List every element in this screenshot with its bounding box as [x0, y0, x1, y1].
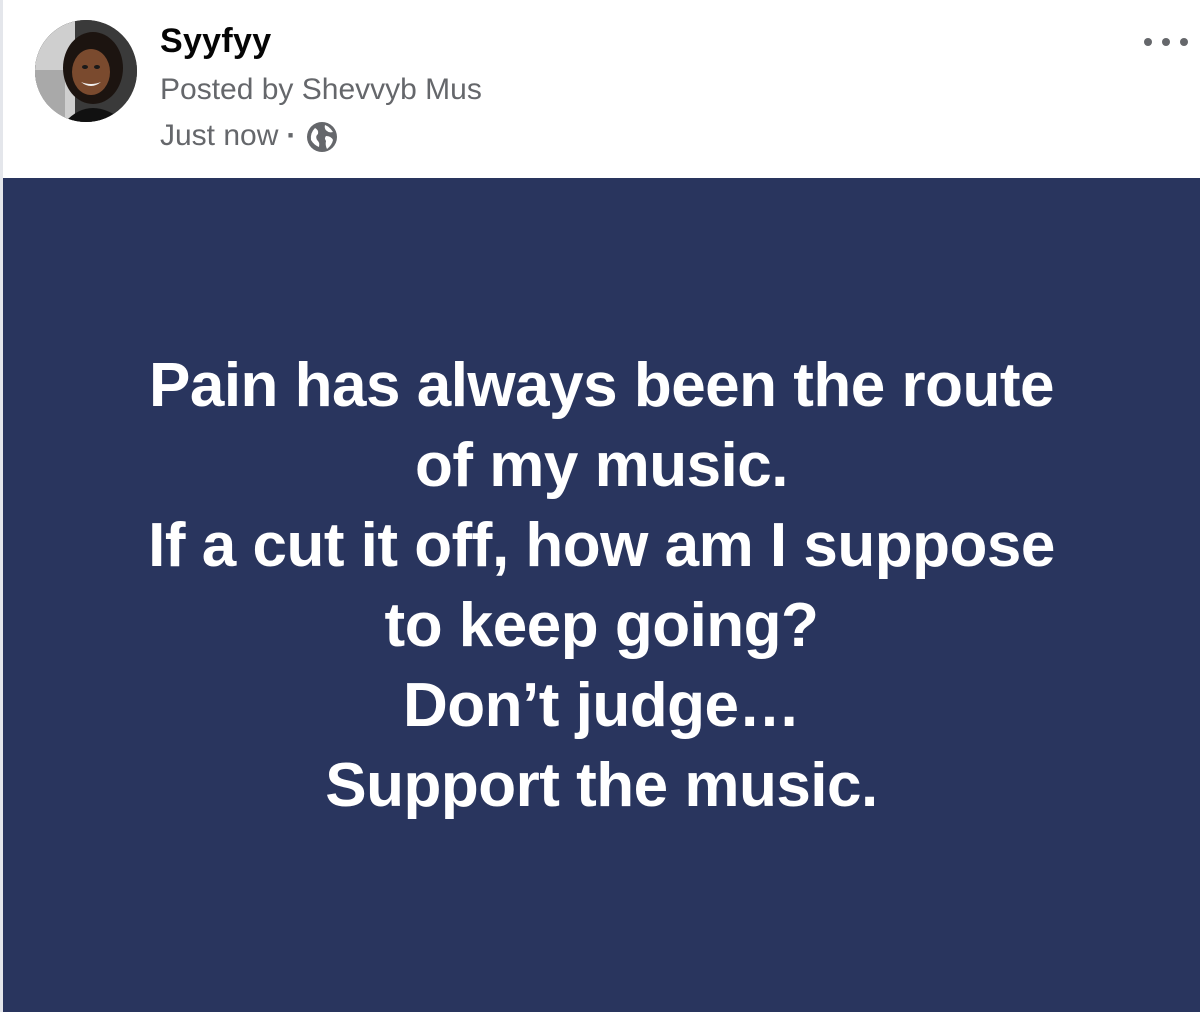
globe-icon[interactable]	[306, 121, 338, 153]
timestamp-link[interactable]: Just now	[160, 119, 278, 153]
post-text-line: Don’t judge…	[403, 671, 800, 740]
post-meta: Just now ·	[160, 119, 338, 153]
more-options-icon	[1144, 38, 1152, 46]
post-text-line: of my music.	[414, 431, 788, 500]
profile-avatar[interactable]	[35, 20, 137, 122]
post-text-line: to keep going?	[384, 591, 819, 660]
posted-by-text: Posted by Shevvyb Mus	[160, 73, 482, 106]
more-options-dot	[1180, 38, 1188, 46]
more-options-button[interactable]	[1144, 30, 1188, 54]
meta-separator: ·	[286, 119, 297, 152]
post-text-line: Pain has always been the route	[149, 351, 1054, 420]
text-post-card: Pain has always been the route of my mus…	[3, 178, 1200, 1012]
post-card: Syyfyy Posted by Shevvyb Mus Just now · …	[0, 0, 1200, 1012]
post-text-line: If a cut it off, how am I suppose	[148, 511, 1055, 580]
post-text: Pain has always been the route of my mus…	[148, 346, 1055, 826]
avatar-image	[35, 20, 137, 122]
post-header: Syyfyy Posted by Shevvyb Mus Just now ·	[3, 0, 1200, 178]
more-options-dot	[1162, 38, 1170, 46]
page-name-link[interactable]: Syyfyy	[160, 22, 271, 61]
post-text-line: Support the music.	[325, 751, 878, 820]
